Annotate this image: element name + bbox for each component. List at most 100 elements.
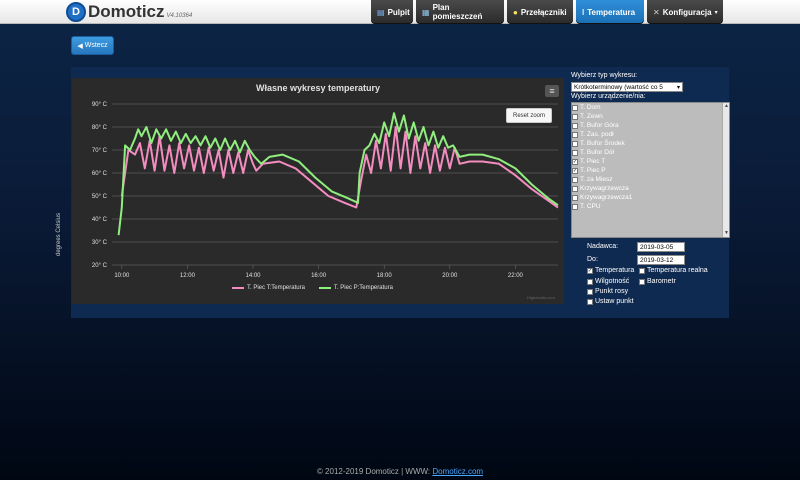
nav-label: Pulpit [387,7,410,17]
dashboard-icon: ▤ [377,7,385,17]
y-tick-label: 40° C [92,217,108,223]
footer-text: © 2012-2019 Domoticz | WWW: [316,467,431,476]
device-label: T. Piec P [580,167,606,174]
to-date-input[interactable]: 2019-03-12 [637,255,685,265]
page-footer: © 2012-2019 Domoticz | WWW: Domoticz.com [0,467,800,476]
option-temperatura-realna[interactable]: Temperatura realna [639,267,708,274]
device-checkbox[interactable] [572,149,578,156]
x-tick-label: 20:00 [442,273,458,279]
nav-label: Przełączniki [520,7,567,17]
chart-type-value: Krótkoterminowy (wartość co 5 [574,83,663,91]
device-checkbox[interactable]: ✓ [572,167,578,174]
floorplan-icon: ▦ [422,7,430,17]
footer-link[interactable]: Domoticz.com [432,467,483,476]
chevron-down-icon: ▾ [676,84,680,91]
device-item[interactable]: T. Zas. podł [572,130,729,139]
checkbox-punkt-rosy[interactable] [587,288,593,295]
chart-type-label: Wybierz typ wykresu: [571,72,638,79]
checkbox-temperatura-realna[interactable] [639,267,645,274]
y-tick-label: 30° C [92,240,108,246]
device-item[interactable]: Krzywagrzewcza1 [572,193,729,202]
chart-type-select[interactable]: Krótkoterminowy (wartość co 5 ▾ [571,82,683,92]
device-item[interactable]: T. Dom [572,103,729,112]
checkbox-barometr[interactable] [639,278,645,285]
temperature-chart[interactable]: 90° C 80° C 70° C 60° C 50° C 40° C 30° C 20° C… [56,78,564,304]
device-checkbox[interactable] [572,185,578,192]
device-item[interactable]: T. Bufor Dół [572,148,729,157]
x-tick-label: 22:00 [508,273,524,279]
back-button[interactable]: ◀ Wstecz [71,36,114,55]
device-label: T. Zewn [580,113,603,120]
legend-label: T. Piec P:Temperatura [333,285,393,291]
option-ustaw-punkt[interactable]: Ustaw punkt [587,298,634,305]
option-punkt-rosy[interactable]: Punkt rosy [587,288,628,295]
device-checkbox[interactable] [572,203,578,210]
device-label: T. Bufor Dół [580,149,614,156]
option-label: Temperatura [595,267,635,274]
device-checkbox[interactable] [572,113,578,120]
checkbox-temperatura[interactable]: ✓ [587,267,593,274]
device-label: T. Bufor Góra [580,122,619,129]
reset-zoom-button[interactable]: Reset zoom [506,108,552,123]
option-label: Temperatura realna [647,267,708,274]
checkbox-wilgotnosc[interactable] [587,278,593,285]
legend-label: T. Piec T:Temperatura [247,285,305,291]
chart-canvas[interactable]: 90° C 80° C 70° C 60° C 50° C 40° C 30° C 20° C… [72,78,564,304]
nav-temperatura[interactable]: ǀ Temperatura [576,0,644,24]
from-date-label: Nadawca: [587,243,619,250]
device-item[interactable]: Krzywagrzewcza [572,184,729,193]
option-barometr[interactable]: Barometr [639,278,676,285]
device-item[interactable]: T. Bufor Środek [572,139,729,148]
scroll-up-icon[interactable]: ▲ [723,103,729,110]
option-label: Ustaw punkt [595,298,634,305]
y-tick-label: 70° C [92,148,108,154]
device-label: Krzywagrzewcza1 [580,194,633,201]
option-label: Punkt rosy [595,288,629,295]
device-checkbox[interactable] [572,122,578,129]
device-checkbox[interactable] [572,131,578,138]
x-tick-label: 14:00 [246,273,262,279]
nav-konfiguracja[interactable]: ✕ Konfiguracja ▾ [647,0,723,24]
checkbox-ustaw-punkt[interactable] [587,298,593,305]
chevron-down-icon: ▾ [714,9,718,16]
device-checkbox[interactable] [572,104,578,111]
device-item[interactable]: T. Zewn [572,112,729,121]
device-label: T. Bufor Środek [580,140,625,147]
x-tick-label: 18:00 [377,273,393,279]
listbox-scrollbar[interactable]: ▲ ▼ [722,103,729,237]
device-checkbox[interactable] [572,194,578,201]
option-wilgotnosc[interactable]: Wilgotność [587,278,629,285]
option-temperatura[interactable]: ✓ Temperatura [587,267,634,274]
device-label: T. CPU [580,203,601,210]
device-item[interactable]: ✓ T. Piec P [572,166,729,175]
legend-item-piec-p[interactable]: T. Piec P:Temperatura [318,285,393,291]
device-item[interactable]: T. CPU [572,202,729,211]
nav-plan-pomieszczen[interactable]: ▦ Plan pomieszczeń [416,0,504,24]
nav-przelaczniki[interactable]: ● Przełączniki [507,0,573,24]
nav-label: Plan pomieszczeń [432,3,483,21]
device-list: T. Dom T. Zewn T. Bufor Góra T. Zas. podł T.… [572,103,729,211]
scroll-down-icon[interactable]: ▼ [723,230,729,237]
x-tick-label: 10:00 [114,273,130,279]
device-item[interactable]: T. za Miesz [572,175,729,184]
device-checkbox[interactable] [572,140,578,147]
hamburger-icon: ≡ [549,86,555,96]
device-checkbox[interactable] [572,176,578,183]
wrench-icon: ✕ [653,7,660,17]
legend-item-piec-t[interactable]: T. Piec T:Temperatura [232,285,305,291]
series-line-piec-p[interactable] [117,112,559,236]
app-logo[interactable]: D Domoticz V4.10364 [66,2,192,22]
device-item[interactable]: T. Bufor Góra [572,121,729,130]
y-tick-label: 60° C [92,171,108,177]
from-date-input[interactable]: 2019-03-05 [637,242,685,252]
nav-pulpit[interactable]: ▤ Pulpit [371,0,413,24]
y-tick-label: 90° C [92,102,108,108]
chart-credits[interactable]: Highcharts.com [527,295,555,300]
device-checkbox[interactable]: ✓ [572,158,578,165]
nav-label: Konfiguracja [662,7,712,17]
device-item[interactable]: ✓ T. Piec T [572,157,729,166]
lightbulb-icon: ● [513,7,518,17]
chart-menu-button[interactable]: ≡ [545,85,559,97]
devices-listbox[interactable]: T. Dom T. Zewn T. Bufor Góra T. Zas. podł T.… [571,102,730,238]
device-label: T. Zas. podł [580,131,614,138]
